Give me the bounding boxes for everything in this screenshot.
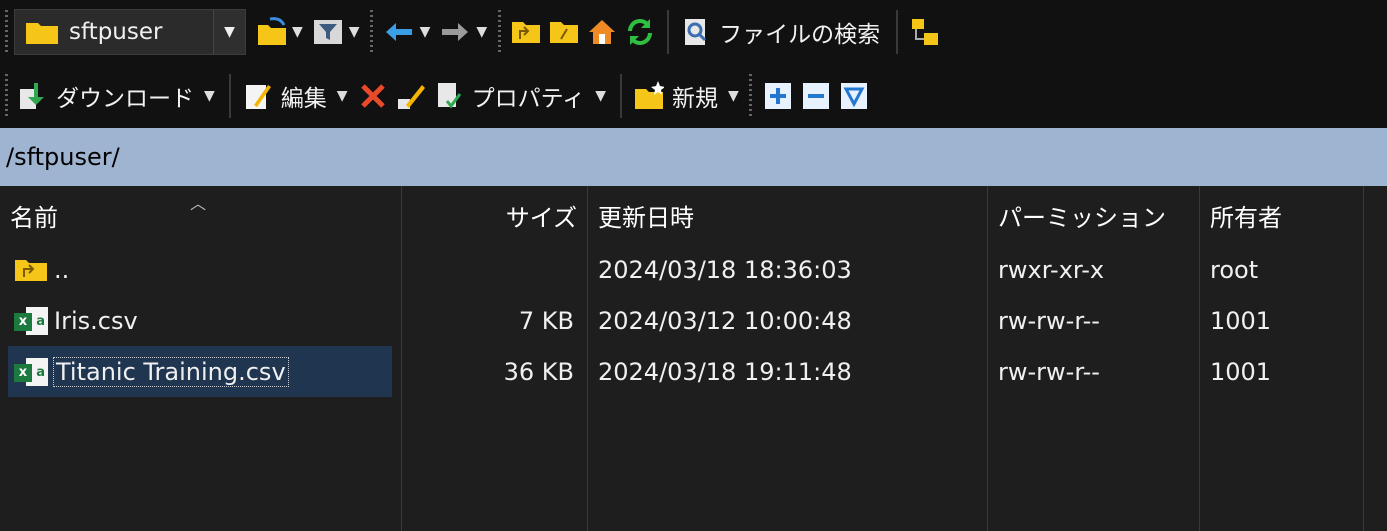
toolbar-grip[interactable] (495, 10, 504, 54)
select-minus-icon[interactable] (801, 81, 831, 111)
chevron-down-icon[interactable]: ▼ (349, 24, 360, 40)
chevron-down-icon[interactable]: ▼ (204, 88, 215, 104)
home-icon[interactable] (587, 17, 617, 47)
invert-selection-icon[interactable] (839, 81, 869, 111)
delete-icon[interactable] (358, 81, 388, 111)
new-button[interactable]: 新規 (672, 79, 718, 113)
properties-button[interactable]: プロパティ (472, 79, 586, 113)
chevron-down-icon[interactable]: ▼ (337, 88, 348, 104)
location-combobox[interactable]: sftpuser ▼ (14, 9, 246, 55)
chevron-down-icon[interactable]: ▼ (728, 88, 739, 104)
column-header-owner[interactable]: 所有者 (1200, 186, 1364, 244)
modified-cell: 2024/03/18 19:11:48 (598, 357, 852, 386)
column-header-size[interactable]: サイズ (402, 186, 588, 244)
toolbar-separator (619, 74, 622, 118)
find-files-icon[interactable] (681, 17, 711, 47)
size-cell: 36 KB (503, 357, 574, 386)
name-cell: xa Iris.csv (0, 306, 402, 335)
file-name: Iris.csv (54, 306, 138, 335)
filter-icon[interactable] (313, 17, 343, 47)
excel-csv-icon: xa (14, 357, 48, 386)
download-button[interactable]: ダウンロード (56, 79, 194, 113)
name-cell: .. (0, 256, 402, 284)
permissions-cell: rw-rw-r-- (998, 357, 1100, 386)
chevron-down-icon[interactable]: ▼ (213, 10, 245, 54)
table-row[interactable]: .. 2024/03/18 18:36:03 rwxr-xr-x root (0, 244, 1387, 295)
toolbar-separator (228, 74, 231, 118)
toolbar-separator (896, 10, 899, 54)
back-arrow-icon[interactable] (384, 17, 414, 47)
toolbar-grip[interactable] (746, 74, 755, 118)
download-icon[interactable] (18, 81, 48, 111)
column-header-row: ︿ 名前 サイズ 更新日時 パーミッション 所有者 (0, 186, 1387, 244)
edit-icon[interactable] (243, 81, 273, 111)
chevron-down-icon[interactable]: ▼ (476, 24, 487, 40)
chevron-down-icon[interactable]: ▼ (595, 88, 606, 104)
root-folder-icon[interactable] (549, 17, 579, 47)
location-value: sftpuser (69, 19, 163, 45)
permissions-cell: rw-rw-r-- (998, 306, 1100, 335)
size-cell: 7 KB (518, 306, 574, 335)
chevron-down-icon[interactable]: ▼ (420, 24, 431, 40)
find-files-button[interactable]: ファイルの検索 (719, 15, 880, 49)
name-cell: xa Titanic Training.csv (0, 346, 402, 397)
tree-view-icon[interactable] (910, 17, 940, 47)
parent-folder-icon[interactable] (511, 17, 541, 47)
forward-arrow-icon[interactable] (440, 17, 470, 47)
owner-cell: root (1210, 255, 1259, 284)
parent-folder-icon (15, 259, 47, 281)
table-row-selected[interactable]: xa Titanic Training.csv 36 KB 2024/03/18… (0, 346, 1387, 397)
toolbar-grip[interactable] (367, 10, 376, 54)
modified-cell: 2024/03/12 10:00:48 (598, 306, 852, 335)
toolbar-grip[interactable] (2, 10, 10, 54)
owner-cell: 1001 (1210, 306, 1272, 335)
select-plus-icon[interactable] (763, 81, 793, 111)
chevron-down-icon[interactable]: ▼ (292, 24, 303, 40)
permissions-cell: rwxr-xr-x (998, 255, 1105, 284)
file-list: ︿ 名前 サイズ 更新日時 パーミッション 所有者 .. 2024/03/18 … (0, 186, 1387, 531)
file-toolbar: ダウンロード ▼ 編集 ▼ プロパティ ▼ 新規 ▼ (0, 64, 1387, 128)
modified-cell: 2024/03/18 18:36:03 (598, 255, 852, 284)
rename-icon[interactable] (396, 81, 426, 111)
path-bar[interactable]: /sftpuser/ (0, 128, 1387, 186)
file-name: Titanic Training.csv (53, 356, 289, 387)
folder-icon (26, 23, 58, 44)
navigation-toolbar: sftpuser ▼ ▼ ▼ ▼ ▼ ファイルの検索 (0, 0, 1387, 64)
toolbar-separator (667, 10, 670, 54)
sort-ascending-icon: ︿ (190, 194, 207, 213)
refresh-icon[interactable] (625, 17, 655, 47)
properties-icon[interactable] (434, 81, 464, 111)
new-folder-icon[interactable] (634, 81, 664, 111)
table-row[interactable]: xa Iris.csv 7 KB 2024/03/12 10:00:48 rw-… (0, 295, 1387, 346)
column-header-permissions[interactable]: パーミッション (988, 186, 1200, 244)
column-header-modified[interactable]: 更新日時 (588, 186, 988, 244)
excel-csv-icon: xa (14, 306, 48, 335)
owner-cell: 1001 (1210, 357, 1272, 386)
file-name: .. (54, 255, 70, 284)
open-folder-icon[interactable] (256, 17, 286, 47)
current-path: /sftpuser/ (6, 143, 120, 171)
selection-highlight: xa Titanic Training.csv (8, 346, 392, 397)
edit-button[interactable]: 編集 (281, 79, 327, 113)
toolbar-grip[interactable] (2, 74, 10, 118)
